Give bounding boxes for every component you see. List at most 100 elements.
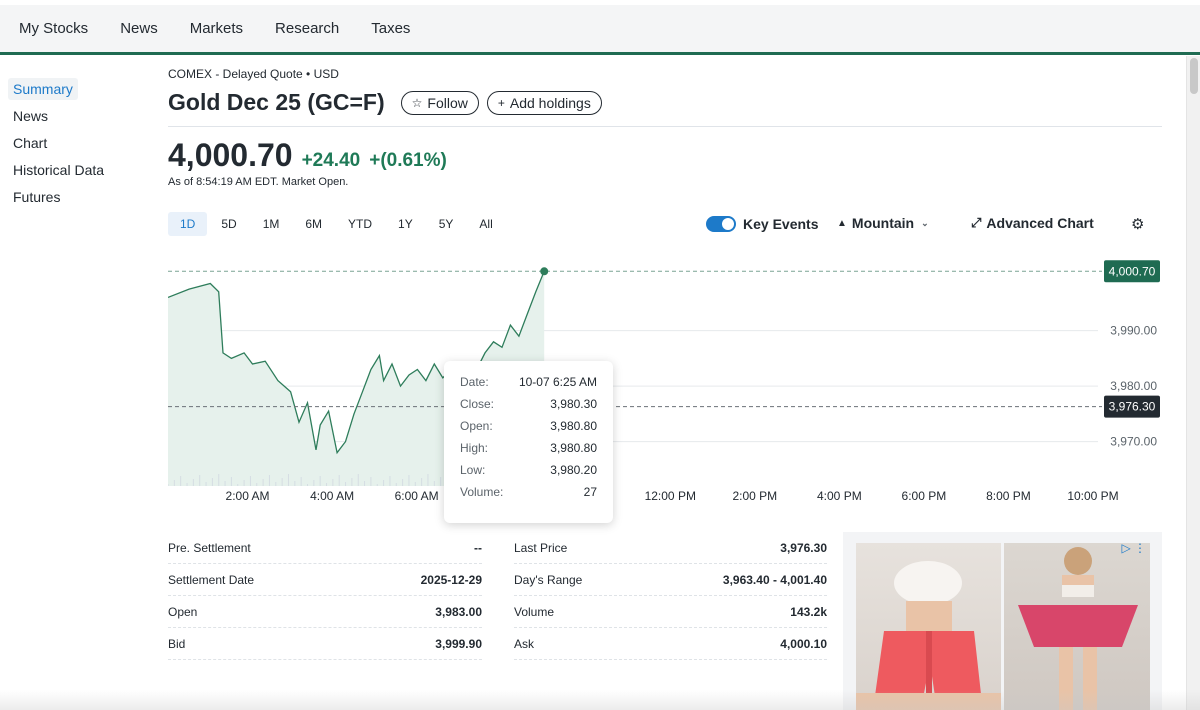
- tooltip-value: 10-07 6:25 AM: [518, 375, 597, 389]
- follow-button[interactable]: ☆ Follow: [400, 90, 479, 115]
- stat-value: 3,976.30: [780, 540, 827, 555]
- chart-type-label: Mountain: [851, 215, 915, 231]
- as-of-timestamp: As of 8:54:19 AM EDT. Market Open.: [168, 176, 349, 188]
- current-price: 4,000.70: [168, 137, 293, 173]
- nav-markets[interactable]: Markets: [190, 20, 243, 37]
- nav-taxes[interactable]: Taxes: [371, 20, 410, 37]
- current-price-dot: [540, 267, 549, 276]
- sidebar-item-summary[interactable]: Summary: [8, 78, 78, 100]
- stat-value: 143.2k: [790, 604, 827, 619]
- advanced-chart-label: Advanced Chart: [986, 215, 1094, 231]
- ad-image-shorts[interactable]: [856, 543, 1001, 710]
- range-1d[interactable]: 1D: [168, 212, 208, 236]
- quote-side-navigation: Summary News Chart Historical Data Futur…: [8, 78, 148, 213]
- sidebar-item-futures[interactable]: Futures: [8, 186, 65, 208]
- tooltip-value: 27: [583, 485, 597, 499]
- tooltip-row: Low: 3,980.20: [460, 463, 597, 485]
- sidebar-item-chart[interactable]: Chart: [8, 132, 52, 154]
- price-chart[interactable]: 3,990.00 3,980.00 3,970.00 4,000.70 3,976.30…: [167, 250, 1162, 510]
- stat-label: Settlement Date: [168, 572, 255, 587]
- tooltip-row: Open: 3,980.80: [460, 419, 597, 441]
- x-tick-label: 2:00 AM: [226, 489, 270, 503]
- mountain-icon: ▲: [837, 217, 847, 229]
- stat-label: Open: [168, 604, 198, 619]
- current-price-tag-label: 4,000.70: [1109, 264, 1156, 278]
- x-tick-label: 8:00 PM: [986, 489, 1031, 503]
- range-1y[interactable]: 1Y: [386, 212, 425, 236]
- add-holdings-button[interactable]: + Add holdings: [486, 90, 602, 115]
- stat-label: Bid: [168, 636, 186, 651]
- range-6m[interactable]: 6M: [293, 212, 334, 236]
- tooltip-row: High: 3,980.80: [460, 441, 597, 463]
- ad-image-skirt[interactable]: [1004, 543, 1150, 710]
- x-tick-label: 10:00 PM: [1067, 489, 1118, 503]
- key-events-control: Key Events: [706, 212, 818, 236]
- stat-row: Settlement Date 2025-12-29: [168, 564, 482, 596]
- tooltip-row: Volume: 27: [460, 485, 597, 507]
- tooltip-value: 3,980.30: [550, 397, 597, 411]
- stat-value: 2025-12-29: [420, 572, 482, 587]
- key-events-label: Key Events: [743, 216, 819, 232]
- y-tick-label: 3,990.00: [1110, 324, 1157, 338]
- y-tick-label: 3,980.00: [1110, 379, 1157, 393]
- stats-table-left: Pre. Settlement -- Settlement Date 2025-12…: [168, 532, 482, 660]
- header-divider: [168, 126, 1162, 127]
- chart-tooltip: Date: 10-07 6:25 AM Close: 3,980.30 Open: 3…: [444, 361, 613, 523]
- gear-icon[interactable]: ⚙: [1131, 215, 1144, 233]
- range-selector: 1D 5D 1M 6M YTD 1Y 5Y All: [168, 212, 507, 236]
- top-navigation: My Stocks News Markets Research Taxes: [0, 5, 1200, 55]
- follow-label: Follow: [427, 94, 468, 111]
- stat-label: Volume: [514, 604, 555, 619]
- tooltip-key: Date:: [460, 375, 489, 389]
- range-5y[interactable]: 5Y: [427, 212, 466, 236]
- ad-choices-icon[interactable]: ▷ ⋮: [1121, 541, 1146, 555]
- tooltip-value: 3,980.80: [550, 419, 597, 433]
- stat-value: 3,983.00: [435, 604, 482, 619]
- stat-row: Last Price 3,976.30: [514, 532, 827, 564]
- range-ytd[interactable]: YTD: [336, 212, 384, 236]
- x-tick-label: 4:00 PM: [817, 489, 862, 503]
- tooltip-value: 3,980.20: [550, 463, 597, 477]
- nav-research[interactable]: Research: [275, 20, 339, 37]
- tooltip-key: Volume:: [460, 485, 504, 499]
- range-5d[interactable]: 5D: [209, 212, 248, 236]
- sidebar-item-historical-data[interactable]: Historical Data: [8, 159, 109, 181]
- advertisement[interactable]: ▷ ⋮: [843, 532, 1162, 710]
- stat-value: 4,000.10: [780, 636, 827, 651]
- stat-label: Ask: [514, 636, 535, 651]
- stat-row: Volume 143.2k: [514, 596, 827, 628]
- tooltip-row: Close: 3,980.30: [460, 397, 597, 419]
- price-row: 4,000.70 +24.40 +(0.61%): [168, 137, 456, 174]
- range-1m[interactable]: 1M: [251, 212, 292, 236]
- ad-shorts-illustration: [856, 561, 1001, 710]
- tooltip-value: 3,980.80: [550, 441, 597, 455]
- page-title: Gold Dec 25 (GC=F): [168, 89, 385, 115]
- tooltip-key: Open:: [460, 419, 493, 433]
- stat-row: Day's Range 3,963.40 - 4,001.40: [514, 564, 827, 596]
- y-tick-label: 3,970.00: [1110, 435, 1157, 449]
- key-events-toggle[interactable]: [706, 216, 736, 232]
- stat-value: 3,963.40 - 4,001.40: [722, 572, 827, 587]
- x-tick-label: 6:00 AM: [395, 489, 439, 503]
- nav-news[interactable]: News: [120, 20, 158, 37]
- price-change-percent: +(0.61%): [369, 150, 447, 171]
- price-chart-svg: 3,990.00 3,980.00 3,970.00 4,000.70 3,976.30…: [167, 260, 1160, 503]
- tooltip-row: Date: 10-07 6:25 AM: [460, 375, 597, 397]
- chart-type-dropdown[interactable]: ▲ Mountain ⌄: [837, 215, 929, 231]
- x-tick-label: 6:00 PM: [902, 489, 947, 503]
- sidebar-item-news[interactable]: News: [8, 105, 53, 127]
- x-tick-label: 2:00 PM: [732, 489, 777, 503]
- stat-value: --: [474, 540, 482, 555]
- expand-icon: ⤢: [971, 215, 982, 230]
- page-scrollbar[interactable]: [1186, 56, 1200, 710]
- stat-label: Day's Range: [514, 572, 583, 587]
- add-holdings-label: Add holdings: [509, 94, 591, 111]
- stat-value: 3,999.90: [435, 636, 482, 651]
- advanced-chart-button[interactable]: ⤢ Advanced Chart: [971, 215, 1094, 231]
- range-all[interactable]: All: [467, 212, 504, 236]
- nav-my-stocks[interactable]: My Stocks: [19, 20, 88, 37]
- chevron-down-icon: ⌄: [921, 217, 929, 228]
- scrollbar-thumb[interactable]: [1190, 58, 1198, 94]
- tooltip-key: Close:: [460, 397, 495, 411]
- stat-label: Pre. Settlement: [168, 540, 251, 555]
